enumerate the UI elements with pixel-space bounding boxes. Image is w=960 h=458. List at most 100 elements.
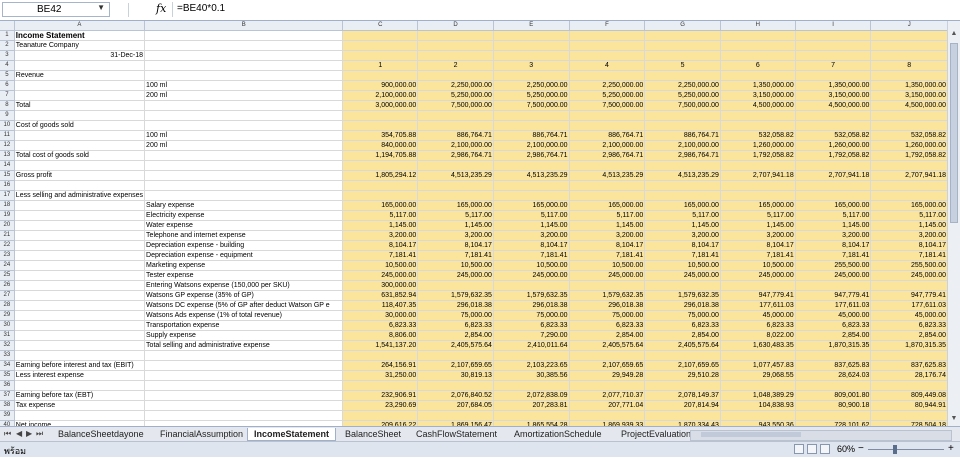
value-cell[interactable]: 1,145.00: [417, 220, 494, 231]
value-cell[interactable]: [342, 190, 419, 201]
value-cell[interactable]: 3,150,000.00: [795, 90, 872, 101]
item-cell[interactable]: [144, 190, 344, 201]
item-cell[interactable]: Marketing expense: [144, 260, 344, 271]
value-cell[interactable]: [342, 120, 419, 131]
zoom-slider-knob[interactable]: [893, 445, 897, 454]
label-cell[interactable]: [14, 80, 146, 91]
row-header[interactable]: 9: [0, 110, 15, 121]
column-header[interactable]: E: [493, 21, 570, 31]
value-cell[interactable]: 6,823.33: [795, 320, 872, 331]
value-cell[interactable]: [342, 180, 419, 191]
tab-balancesheet[interactable]: BalanceSheet: [339, 428, 407, 440]
value-cell[interactable]: [870, 280, 948, 291]
value-cell[interactable]: [417, 50, 494, 61]
value-cell[interactable]: [870, 350, 948, 361]
value-cell[interactable]: [644, 30, 721, 41]
zoom-level[interactable]: 60%: [837, 444, 855, 454]
value-cell[interactable]: 2,076,840.52: [417, 390, 494, 401]
value-cell[interactable]: [720, 40, 796, 51]
value-cell[interactable]: 1,194,705.88: [342, 150, 419, 161]
value-cell[interactable]: 1,579,632.35: [417, 290, 494, 301]
value-cell[interactable]: 8,104.17: [493, 240, 570, 251]
value-cell[interactable]: 5,117.00: [795, 210, 872, 221]
value-cell[interactable]: 5,250,000.00: [644, 90, 721, 101]
value-cell[interactable]: 296,018.38: [644, 300, 721, 311]
value-cell[interactable]: 2,405,575.64: [417, 340, 494, 351]
label-cell[interactable]: 31-Dec-18: [14, 50, 146, 61]
row-header[interactable]: 8: [0, 100, 15, 111]
value-cell[interactable]: 245,000.00: [795, 270, 872, 281]
value-cell[interactable]: [795, 50, 872, 61]
value-cell[interactable]: 5,250,000.00: [569, 90, 646, 101]
label-cell[interactable]: [14, 300, 146, 311]
item-cell[interactable]: Depreciation expense - building: [144, 240, 344, 251]
value-cell[interactable]: 7,181.41: [644, 250, 721, 261]
value-cell[interactable]: 75,000.00: [644, 310, 721, 321]
value-cell[interactable]: 3,000,000.00: [342, 100, 419, 111]
value-cell[interactable]: 1,145.00: [493, 220, 570, 231]
formula-input[interactable]: =BE40*0.1: [172, 2, 960, 17]
value-cell[interactable]: 1,145.00: [644, 220, 721, 231]
value-cell[interactable]: [569, 70, 646, 81]
value-cell[interactable]: 2,100,000.00: [493, 140, 570, 151]
value-cell[interactable]: 947,779.41: [870, 290, 948, 301]
value-cell[interactable]: 1,350,000.00: [795, 80, 872, 91]
value-cell[interactable]: 28,624.03: [795, 370, 872, 381]
value-cell[interactable]: 8,022.00: [720, 330, 796, 341]
value-cell[interactable]: [569, 350, 646, 361]
label-cell[interactable]: Gross profit: [14, 170, 146, 181]
value-cell[interactable]: [417, 160, 494, 171]
value-cell[interactable]: 8,104.17: [870, 240, 948, 251]
label-cell[interactable]: [14, 130, 146, 141]
value-cell[interactable]: [569, 160, 646, 171]
value-cell[interactable]: 947,779.41: [795, 290, 872, 301]
value-cell[interactable]: [720, 190, 796, 201]
value-cell[interactable]: [417, 190, 494, 201]
value-cell[interactable]: 5,250,000.00: [493, 90, 570, 101]
value-cell[interactable]: [870, 70, 948, 81]
item-cell[interactable]: [144, 380, 344, 391]
value-cell[interactable]: 3,200.00: [569, 230, 646, 241]
value-cell[interactable]: [569, 380, 646, 391]
value-cell[interactable]: [493, 30, 570, 41]
value-cell[interactable]: [342, 410, 419, 421]
label-cell[interactable]: Teanature Company: [14, 40, 146, 51]
item-cell[interactable]: Telephone and internet expense: [144, 230, 344, 241]
value-cell[interactable]: 207,684.05: [417, 400, 494, 411]
label-cell[interactable]: [14, 270, 146, 281]
value-cell[interactable]: 1,260,000.00: [795, 140, 872, 151]
row-header[interactable]: 19: [0, 210, 15, 221]
row-header[interactable]: 37: [0, 390, 15, 401]
value-cell[interactable]: 4,513,235.29: [417, 170, 494, 181]
column-header[interactable]: C: [342, 21, 419, 31]
value-cell[interactable]: [644, 410, 721, 421]
value-cell[interactable]: [795, 30, 872, 41]
value-cell[interactable]: [569, 190, 646, 201]
column-header[interactable]: B: [144, 21, 344, 31]
value-cell[interactable]: [870, 160, 948, 171]
label-cell[interactable]: [14, 380, 146, 391]
value-cell[interactable]: 5,117.00: [417, 210, 494, 221]
value-cell[interactable]: 1,805,294.12: [342, 170, 419, 181]
value-cell[interactable]: [417, 30, 494, 41]
row-header[interactable]: 33: [0, 350, 15, 361]
value-cell[interactable]: 245,000.00: [644, 270, 721, 281]
tab-cashflowstatement[interactable]: CashFlowStatement: [410, 428, 503, 440]
value-cell[interactable]: 4,500,000.00: [720, 100, 796, 111]
value-cell[interactable]: [493, 380, 570, 391]
item-cell[interactable]: 200 ml: [144, 140, 344, 151]
label-cell[interactable]: [14, 200, 146, 211]
item-cell[interactable]: Entering Watsons expense (150,000 per SK…: [144, 280, 344, 291]
value-cell[interactable]: [417, 380, 494, 391]
value-cell[interactable]: 10,500.00: [493, 260, 570, 271]
item-cell[interactable]: 200 ml: [144, 90, 344, 101]
value-cell[interactable]: 30,000.00: [342, 310, 419, 321]
page-break-view-icon[interactable]: [820, 444, 830, 454]
value-cell[interactable]: 4,513,235.29: [493, 170, 570, 181]
value-cell[interactable]: [493, 50, 570, 61]
label-cell[interactable]: [14, 330, 146, 341]
item-cell[interactable]: [144, 60, 344, 71]
value-cell[interactable]: [870, 190, 948, 201]
value-cell[interactable]: 118,407.35: [342, 300, 419, 311]
value-cell[interactable]: 840,000.00: [342, 140, 419, 151]
